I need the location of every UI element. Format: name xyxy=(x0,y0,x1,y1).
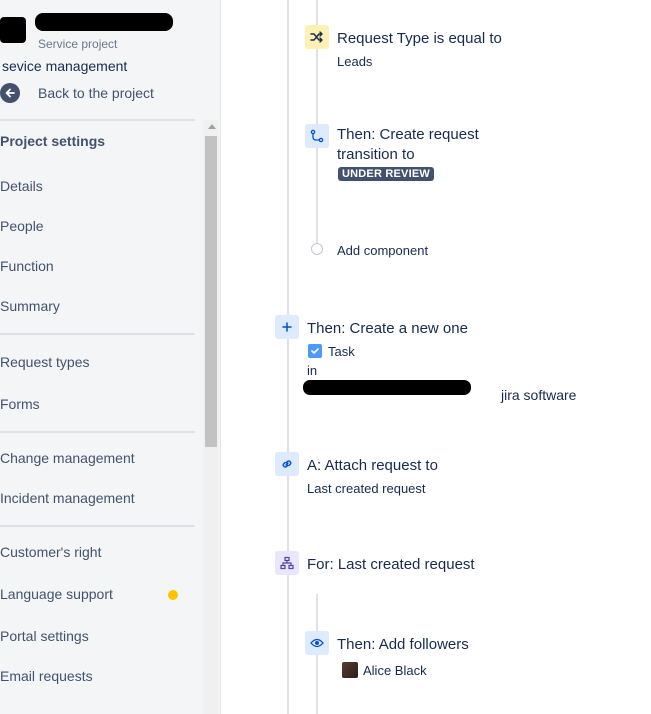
branch-icon[interactable] xyxy=(275,551,299,575)
sidebar-item-details[interactable]: Details xyxy=(0,178,43,194)
link-icon[interactable] xyxy=(275,452,299,476)
notification-dot xyxy=(168,590,178,600)
transition-title-line1[interactable]: Then: Create request xyxy=(337,126,479,143)
project-sidebar: Service project sevice management Back t… xyxy=(0,0,221,714)
redacted-project-avatar xyxy=(0,17,26,43)
add-component-circle-icon[interactable] xyxy=(311,243,323,255)
sidebar-item-email-requests[interactable]: Email requests xyxy=(0,668,93,684)
task-type-icon xyxy=(308,344,322,358)
sidebar-item-request-types[interactable]: Request types xyxy=(0,354,90,370)
flow-connector xyxy=(287,0,289,714)
follower-name: Alice Black xyxy=(363,663,427,678)
branch-title[interactable]: For: Last created request xyxy=(307,556,475,573)
create-issue-title[interactable]: Then: Create a new one xyxy=(307,320,468,337)
back-to-project-link[interactable]: Back to the project xyxy=(0,82,154,104)
sidebar-divider xyxy=(0,525,195,527)
transition-title-line2[interactable]: transition to xyxy=(337,146,415,163)
sidebar-item-summary[interactable]: Summary xyxy=(0,298,60,314)
project-name: sevice management xyxy=(2,58,128,74)
target-project-suffix: jira software xyxy=(501,387,577,403)
in-label: in xyxy=(307,363,318,378)
sidebar-item-language-support[interactable]: Language support xyxy=(0,586,113,602)
condition-value: Leads xyxy=(337,54,373,69)
issue-type-label: Task xyxy=(328,344,355,359)
eye-icon[interactable] xyxy=(305,631,329,655)
status-lozenge: UNDER REVIEW xyxy=(338,167,434,181)
sidebar-item-customers-right[interactable]: Customer's right xyxy=(0,544,101,560)
sidebar-scrollbar[interactable] xyxy=(203,120,219,714)
add-component-button[interactable]: Add component xyxy=(337,243,428,258)
sidebar-item-incident-management[interactable]: Incident management xyxy=(0,490,135,506)
sidebar-item-portal-settings[interactable]: Portal settings xyxy=(0,628,89,644)
project-type-label: Service project xyxy=(38,37,118,51)
scroll-up-arrow-icon[interactable] xyxy=(208,124,216,129)
sidebar-divider xyxy=(0,431,195,433)
sidebar-divider xyxy=(0,119,195,121)
sidebar-divider xyxy=(0,333,195,335)
attach-value: Last created request xyxy=(307,481,426,496)
plus-icon[interactable] xyxy=(275,315,299,339)
project-settings-heading: Project settings xyxy=(0,133,106,149)
sidebar-item-forms[interactable]: Forms xyxy=(0,396,40,412)
transition-icon[interactable] xyxy=(305,124,329,148)
user-avatar xyxy=(342,662,358,678)
sidebar-item-function[interactable]: Function xyxy=(0,258,54,274)
redacted-project-name xyxy=(303,380,471,395)
redacted-project-title xyxy=(35,13,173,31)
arrow-left-icon xyxy=(0,83,20,103)
scrollbar-thumb[interactable] xyxy=(205,136,217,447)
attach-title[interactable]: A: Attach request to xyxy=(307,457,438,474)
followers-title[interactable]: Then: Add followers xyxy=(337,636,469,653)
sidebar-item-change-management[interactable]: Change management xyxy=(0,450,135,466)
condition-title[interactable]: Request Type is equal to xyxy=(337,30,502,47)
back-to-project-label: Back to the project xyxy=(38,85,154,101)
shuffle-icon[interactable] xyxy=(305,25,329,49)
sidebar-item-people[interactable]: People xyxy=(0,218,44,234)
